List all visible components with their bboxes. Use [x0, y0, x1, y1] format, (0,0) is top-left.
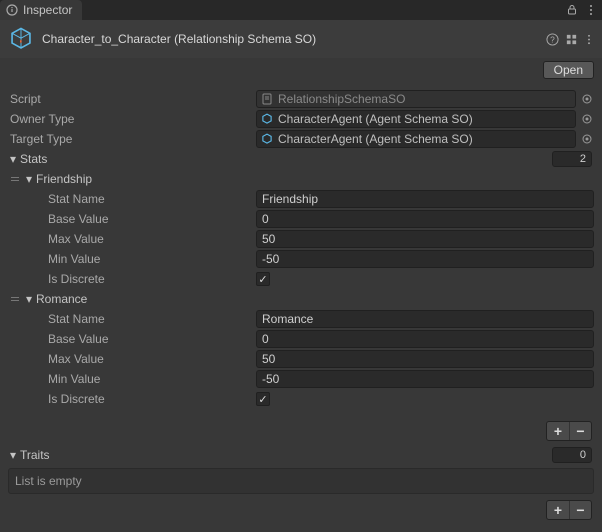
open-button[interactable]: Open	[543, 61, 594, 79]
preset-icon[interactable]	[565, 33, 578, 46]
traits-label: Traits	[20, 448, 50, 462]
traits-empty-message: List is empty	[8, 468, 594, 494]
traits-count[interactable]: 0	[552, 447, 592, 463]
object-picker-icon[interactable]	[580, 94, 594, 104]
base-value-label: Base Value	[48, 332, 109, 346]
owner-type-label: Owner Type	[10, 112, 74, 126]
object-picker-icon[interactable]	[580, 134, 594, 144]
owner-type-field[interactable]: CharacterAgent (Agent Schema SO)	[256, 110, 576, 128]
script-value: RelationshipSchemaSO	[278, 92, 405, 106]
kebab-icon[interactable]	[584, 33, 594, 46]
stat-name-input[interactable]: Friendship	[256, 190, 594, 208]
min-value-input[interactable]: -50	[256, 370, 594, 388]
owner-type-value: CharacterAgent (Agent Schema SO)	[278, 112, 473, 126]
stat-item-title: Romance	[36, 292, 87, 306]
script-row: Script RelationshipSchemaSO	[8, 89, 594, 109]
add-button[interactable]: +	[547, 501, 569, 519]
stats-list-footer: + −	[8, 415, 594, 445]
chevron-down-icon: ▾	[8, 448, 18, 462]
base-value-input[interactable]: 0	[256, 330, 594, 348]
scriptable-object-icon	[8, 26, 34, 52]
base-value-label: Base Value	[48, 212, 109, 226]
stats-foldout[interactable]: ▾ Stats 2	[8, 149, 594, 169]
max-value-label: Max Value	[48, 352, 104, 366]
drag-handle-icon[interactable]	[8, 177, 22, 181]
traits-foldout[interactable]: ▾ Traits 0	[8, 445, 594, 465]
stat-name-label: Stat Name	[48, 312, 105, 326]
chevron-down-icon: ▾	[24, 172, 34, 186]
chevron-down-icon: ▾	[8, 152, 18, 166]
is-discrete-checkbox[interactable]: ✓	[256, 392, 270, 406]
svg-text:?: ?	[550, 34, 555, 44]
script-icon	[261, 93, 273, 105]
scriptable-object-icon	[261, 113, 273, 125]
list-item[interactable]: ▾ Friendship	[8, 169, 594, 189]
target-type-label: Target Type	[10, 132, 72, 146]
kebab-icon[interactable]	[586, 4, 596, 16]
target-type-row: Target Type CharacterAgent (Agent Schema…	[8, 129, 594, 149]
max-value-label: Max Value	[48, 232, 104, 246]
script-field: RelationshipSchemaSO	[256, 90, 576, 108]
asset-title: Character_to_Character (Relationship Sch…	[42, 32, 538, 46]
stats-label: Stats	[20, 152, 47, 166]
script-label: Script	[10, 92, 41, 106]
min-value-label: Min Value	[48, 252, 100, 266]
lock-icon[interactable]	[566, 4, 578, 16]
help-icon[interactable]: ?	[546, 33, 559, 46]
drag-handle-icon[interactable]	[8, 297, 22, 301]
object-picker-icon[interactable]	[580, 114, 594, 124]
info-icon	[6, 4, 18, 16]
list-item[interactable]: ▾ Romance	[8, 289, 594, 309]
tab-bar: Inspector	[0, 0, 602, 20]
add-button[interactable]: +	[547, 422, 569, 440]
max-value-input[interactable]: 50	[256, 350, 594, 368]
base-value-input[interactable]: 0	[256, 210, 594, 228]
remove-button[interactable]: −	[569, 422, 591, 440]
min-value-input[interactable]: -50	[256, 250, 594, 268]
stat-name-input[interactable]: Romance	[256, 310, 594, 328]
traits-list-footer: + −	[8, 494, 594, 524]
target-type-field[interactable]: CharacterAgent (Agent Schema SO)	[256, 130, 576, 148]
is-discrete-label: Is Discrete	[48, 392, 105, 406]
stat-name-label: Stat Name	[48, 192, 105, 206]
scriptable-object-icon	[261, 133, 273, 145]
max-value-input[interactable]: 50	[256, 230, 594, 248]
remove-button[interactable]: −	[569, 501, 591, 519]
asset-header: Character_to_Character (Relationship Sch…	[0, 20, 602, 58]
is-discrete-checkbox[interactable]: ✓	[256, 272, 270, 286]
stats-count[interactable]: 2	[552, 151, 592, 167]
is-discrete-label: Is Discrete	[48, 272, 105, 286]
chevron-down-icon: ▾	[24, 292, 34, 306]
owner-type-row: Owner Type CharacterAgent (Agent Schema …	[8, 109, 594, 129]
stat-item-title: Friendship	[36, 172, 92, 186]
min-value-label: Min Value	[48, 372, 100, 386]
target-type-value: CharacterAgent (Agent Schema SO)	[278, 132, 473, 146]
tab-title: Inspector	[23, 3, 72, 17]
inspector-tab[interactable]: Inspector	[0, 0, 82, 20]
